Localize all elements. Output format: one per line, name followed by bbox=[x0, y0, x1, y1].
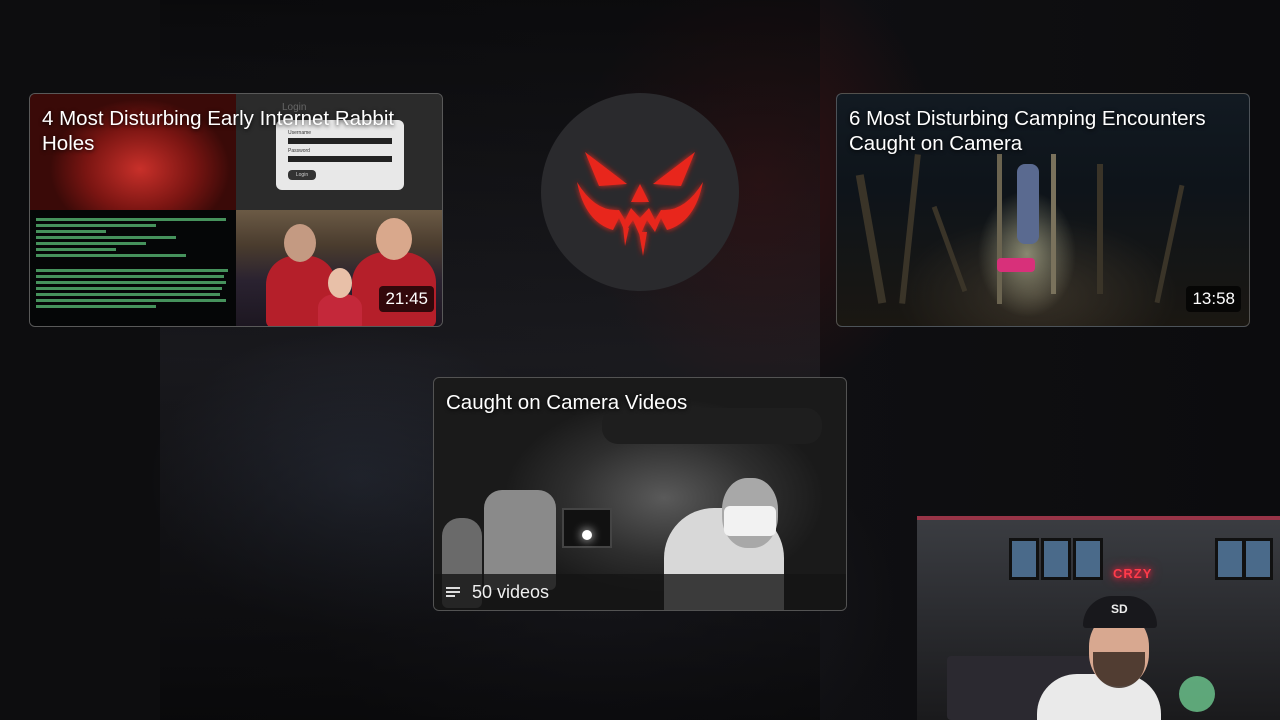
thumbnail-login-button-label: Login bbox=[295, 172, 309, 178]
playlist-count-bar: 50 videos bbox=[434, 574, 846, 610]
webcam-wall-frame bbox=[1009, 538, 1039, 580]
cap-logo: SD bbox=[1111, 602, 1128, 616]
thumbnail-password-field bbox=[288, 156, 392, 162]
thumbnail-face-mask bbox=[724, 506, 776, 536]
duration-badge: 21:45 bbox=[379, 286, 434, 312]
end-screen-video-2[interactable]: 6 Most Disturbing Camping Encounters Cau… bbox=[836, 93, 1250, 327]
webcam-wall-frame bbox=[1041, 538, 1071, 580]
thumbnail-figure bbox=[1017, 164, 1039, 244]
skull-figurine-icon bbox=[1179, 676, 1215, 712]
webcam-wall-frame bbox=[1215, 538, 1245, 580]
thumbnail-login-button: Login bbox=[288, 170, 316, 180]
thumbnail-email-panel bbox=[30, 210, 236, 326]
video-title: 4 Most Disturbing Early Internet Rabbit … bbox=[42, 107, 395, 155]
thumbnail-light bbox=[582, 530, 592, 540]
webcam-wall-frame bbox=[1243, 538, 1273, 580]
webcam-neon-sign: CRZY bbox=[1113, 566, 1153, 581]
playlist-video-count: 50 videos bbox=[472, 581, 550, 602]
channel-subscribe-logo[interactable] bbox=[541, 93, 739, 291]
jack-o-lantern-icon bbox=[577, 152, 703, 256]
playlist-title: Caught on Camera Videos bbox=[446, 391, 688, 414]
video-title: 6 Most Disturbing Camping Encounters Cau… bbox=[849, 107, 1206, 155]
thumbnail-pink-object bbox=[997, 258, 1035, 272]
webcam-led-strip bbox=[917, 516, 1280, 520]
webcam-overlay: CRZY SD bbox=[917, 516, 1280, 720]
thumbnail-rear-window bbox=[562, 508, 612, 548]
end-screen-playlist[interactable]: Caught on Camera Videos 50 videos bbox=[433, 377, 847, 611]
duration-badge: 13:58 bbox=[1186, 286, 1241, 312]
end-screen-video-1[interactable]: Login Username Password Login 4 Most Dis… bbox=[29, 93, 443, 327]
webcam-streamer-cap: SD bbox=[1083, 596, 1157, 628]
webcam-wall-frame bbox=[1073, 538, 1103, 580]
webcam-streamer-shirt bbox=[1037, 674, 1161, 720]
playlist-icon bbox=[446, 587, 460, 597]
